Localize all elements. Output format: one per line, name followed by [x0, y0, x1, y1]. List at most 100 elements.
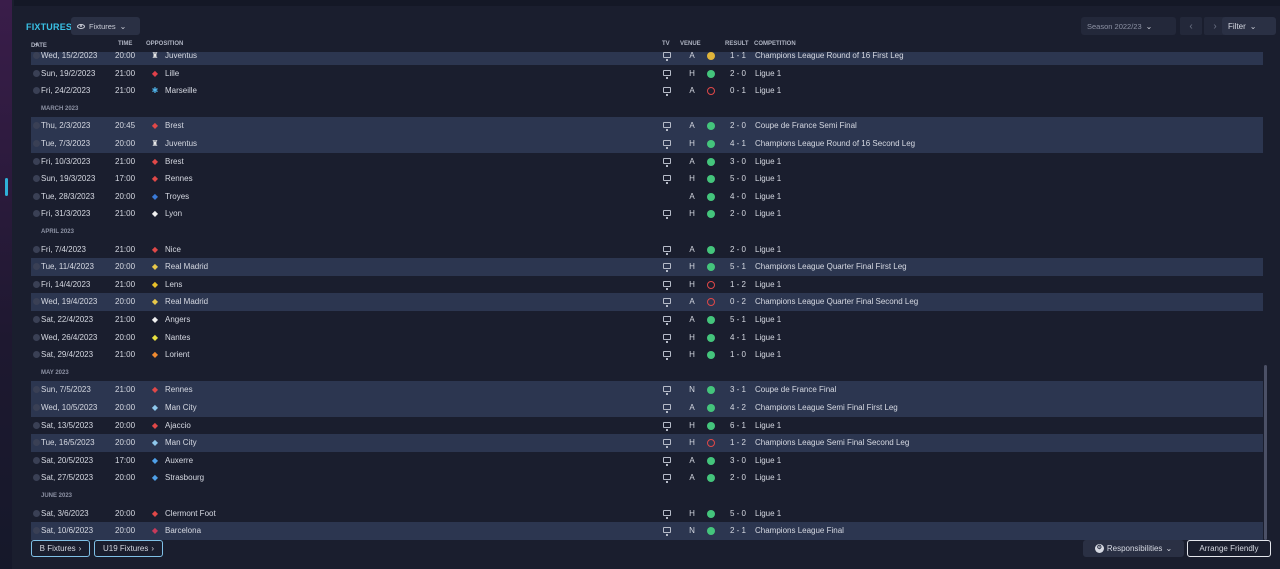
score[interactable]: 2 - 1 — [728, 526, 748, 535]
competition-name[interactable]: Champions League Final — [755, 526, 844, 535]
col-opposition[interactable]: OPPOSITION — [146, 41, 183, 47]
score[interactable]: 4 - 1 — [728, 333, 748, 342]
select-check[interactable] — [33, 69, 40, 77]
arrange-friendly-button[interactable]: Arrange Friendly — [1187, 540, 1271, 557]
select-check[interactable] — [33, 87, 40, 95]
opposition-name[interactable]: Lille — [165, 69, 179, 78]
fixture-row[interactable]: Sat, 3/6/2023 20:00 ◆ Clermont Foot H 5 - 0 Li… — [31, 505, 1263, 523]
b-fixtures-button[interactable]: B Fixtures › — [31, 540, 90, 557]
competition-name[interactable]: Ligue 1 — [755, 315, 781, 324]
competition-name[interactable]: Ligue 1 — [755, 333, 781, 342]
select-check[interactable] — [33, 333, 40, 341]
select-check[interactable] — [33, 386, 40, 394]
select-check[interactable] — [33, 192, 40, 200]
score[interactable]: 3 - 0 — [728, 456, 748, 465]
select-check[interactable] — [33, 280, 40, 288]
col-tv[interactable]: TV — [662, 41, 670, 47]
competition-name[interactable]: Ligue 1 — [755, 509, 781, 518]
score[interactable]: 1 - 2 — [728, 280, 748, 289]
opposition-name[interactable]: Brest — [165, 121, 184, 130]
opposition-name[interactable]: Marseille — [165, 86, 197, 95]
fixture-row[interactable]: Wed, 19/4/2023 20:00 ◆ Real Madrid A 0 - 2 Cha… — [31, 293, 1263, 311]
fixture-row[interactable]: Fri, 24/2/2023 21:00 ✱ Marseille A 0 - 1 Ligue… — [31, 82, 1263, 100]
opposition-name[interactable]: Rennes — [165, 385, 193, 394]
score[interactable]: 3 - 1 — [728, 385, 748, 394]
season-dropdown[interactable]: Season 2022/23 ⌄ — [1081, 17, 1176, 35]
select-check[interactable] — [33, 157, 40, 165]
score[interactable]: 0 - 1 — [728, 86, 748, 95]
opposition-name[interactable]: Real Madrid — [165, 297, 208, 306]
opposition-name[interactable]: Barcelona — [165, 526, 201, 535]
select-check[interactable] — [33, 175, 40, 183]
select-check[interactable] — [33, 263, 40, 271]
score[interactable]: 5 - 1 — [728, 262, 748, 271]
filter-dropdown[interactable]: Filter ⌄ — [1222, 17, 1276, 35]
fixture-row[interactable]: Tue, 16/5/2023 20:00 ◆ Man City H 1 - 2 Champi… — [31, 434, 1263, 452]
responsibilities-button[interactable]: ⚙ Responsibilities ⌄ — [1083, 540, 1184, 557]
competition-name[interactable]: Ligue 1 — [755, 456, 781, 465]
competition-name[interactable]: Champions League Semi Final First Leg — [755, 403, 898, 412]
score[interactable]: 1 - 1 — [728, 52, 748, 60]
previous-season-button[interactable]: ‹ — [1180, 17, 1202, 35]
fixture-row[interactable]: Sun, 7/5/2023 21:00 ◆ Rennes N 3 - 1 Coupe de … — [31, 381, 1263, 399]
opposition-name[interactable]: Juventus — [165, 139, 197, 148]
score[interactable]: 2 - 0 — [728, 209, 748, 218]
score[interactable]: 0 - 2 — [728, 297, 748, 306]
score[interactable]: 2 - 0 — [728, 69, 748, 78]
fixture-row[interactable]: Wed, 26/4/2023 20:00 ◆ Nantes H 4 - 1 Ligue 1 — [31, 329, 1263, 347]
fixture-row[interactable]: Sat, 13/5/2023 20:00 ◆ Ajaccio H 6 - 1 Ligue 1 — [31, 417, 1263, 435]
select-check[interactable] — [33, 404, 40, 411]
score[interactable]: 6 - 1 — [728, 421, 748, 430]
score[interactable]: 5 - 0 — [728, 174, 748, 183]
opposition-name[interactable]: Nantes — [165, 333, 190, 342]
fixture-row[interactable]: Fri, 10/3/2023 21:00 ◆ Brest A 3 - 0 Ligue 1 — [31, 153, 1263, 171]
competition-name[interactable]: Champions League Semi Final Second Leg — [755, 438, 909, 447]
competition-name[interactable]: Champions League Round of 16 Second Leg — [755, 139, 915, 148]
opposition-name[interactable]: Troyes — [165, 192, 189, 201]
select-check[interactable] — [33, 140, 40, 147]
opposition-name[interactable]: Man City — [165, 438, 197, 447]
select-check[interactable] — [33, 316, 40, 323]
fixture-row[interactable]: Tue, 7/3/2023 20:00 ♜ Juventus H 4 - 1 Champio… — [31, 135, 1263, 153]
col-competition[interactable]: COMPETITION — [754, 41, 796, 47]
select-check[interactable] — [33, 52, 40, 59]
select-check[interactable] — [33, 210, 40, 218]
opposition-name[interactable]: Nice — [165, 245, 181, 254]
score[interactable]: 4 - 2 — [728, 403, 748, 412]
select-check[interactable] — [33, 509, 40, 517]
opposition-name[interactable]: Strasbourg — [165, 473, 204, 482]
view-dropdown[interactable]: Fixtures ⌄ — [71, 17, 140, 35]
competition-name[interactable]: Ligue 1 — [755, 473, 781, 482]
select-check[interactable] — [33, 122, 40, 130]
opposition-name[interactable]: Brest — [165, 157, 184, 166]
select-check[interactable] — [33, 474, 40, 482]
select-check[interactable] — [33, 439, 40, 447]
select-check[interactable] — [33, 527, 40, 535]
fixture-row[interactable]: Fri, 14/4/2023 21:00 ◆ Lens H 1 - 2 Ligue 1 — [31, 276, 1263, 294]
score[interactable]: 2 - 0 — [728, 121, 748, 130]
competition-name[interactable]: Ligue 1 — [755, 86, 781, 95]
opposition-name[interactable]: Clermont Foot — [165, 509, 216, 518]
u19-fixtures-button[interactable]: U19 Fixtures › — [94, 540, 163, 557]
competition-name[interactable]: Ligue 1 — [755, 280, 781, 289]
score[interactable]: 1 - 2 — [728, 438, 748, 447]
competition-name[interactable]: Ligue 1 — [755, 421, 781, 430]
fixture-row[interactable]: Sat, 29/4/2023 21:00 ◆ Lorient H 1 - 0 Ligue 1 — [31, 346, 1263, 364]
opposition-name[interactable]: Angers — [165, 315, 190, 324]
col-time[interactable]: TIME — [118, 41, 132, 47]
opposition-name[interactable]: Rennes — [165, 174, 193, 183]
score[interactable]: 4 - 1 — [728, 139, 748, 148]
opposition-name[interactable]: Lorient — [165, 350, 189, 359]
fixture-row[interactable]: Sun, 19/3/2023 17:00 ◆ Rennes H 5 - 0 Ligue 1 — [31, 170, 1263, 188]
opposition-name[interactable]: Juventus — [165, 52, 197, 60]
competition-name[interactable]: Ligue 1 — [755, 192, 781, 201]
competition-name[interactable]: Ligue 1 — [755, 157, 781, 166]
fixture-row[interactable]: Sat, 10/6/2023 20:00 ◆ Barcelona N 2 - 1 Champ… — [31, 522, 1263, 540]
opposition-name[interactable]: Auxerre — [165, 456, 193, 465]
fixture-row[interactable]: Fri, 7/4/2023 21:00 ◆ Nice A 2 - 0 Ligue 1 — [31, 241, 1263, 259]
competition-name[interactable]: Ligue 1 — [755, 350, 781, 359]
fixture-row[interactable]: Tue, 28/3/2023 20:00 ◆ Troyes A 4 - 0 Ligue 1 — [31, 188, 1263, 206]
fixture-row[interactable]: Wed, 10/5/2023 20:00 ◆ Man City A 4 - 2 Champi… — [31, 399, 1263, 417]
col-date[interactable]: DATE ▲ — [31, 41, 47, 49]
select-check[interactable] — [33, 298, 40, 306]
